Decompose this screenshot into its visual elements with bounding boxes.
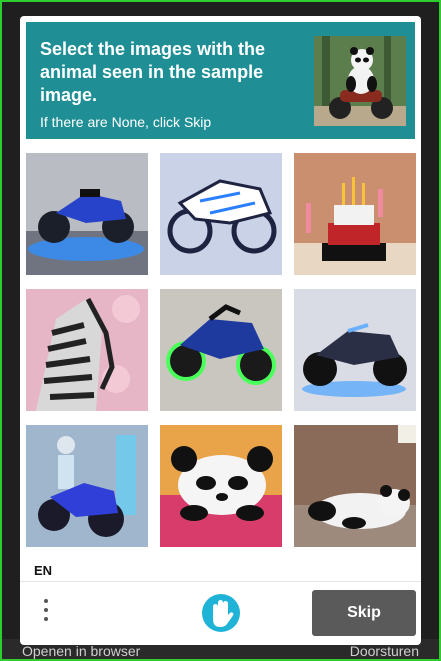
challenge-header: Select the images with the animal seen i… [26,22,415,139]
more-vertical-icon[interactable] [38,594,54,630]
forward-link[interactable]: Doorsturen [350,643,419,659]
tile-5[interactable] [160,289,282,411]
tile-4[interactable] [26,289,148,411]
language-selector[interactable]: EN [34,563,52,578]
skip-button[interactable]: Skip [312,590,416,636]
sample-image [314,36,406,126]
tile-2[interactable] [160,153,282,275]
challenge-subtitle: If there are None, click Skip [40,114,212,130]
tile-7[interactable] [26,425,148,547]
captcha-card: Select the images with the animal seen i… [20,16,421,645]
tile-1[interactable] [26,153,148,275]
challenge-title: Select the images with the animal seen i… [40,39,266,105]
tile-9[interactable] [294,425,416,547]
footer-divider [20,581,421,582]
hand-logo-icon[interactable] [200,593,242,633]
tile-8[interactable] [160,425,282,547]
open-in-browser-link[interactable]: Openen in browser [22,643,140,659]
image-grid [26,153,416,547]
tile-6[interactable] [294,289,416,411]
tile-3[interactable] [294,153,416,275]
